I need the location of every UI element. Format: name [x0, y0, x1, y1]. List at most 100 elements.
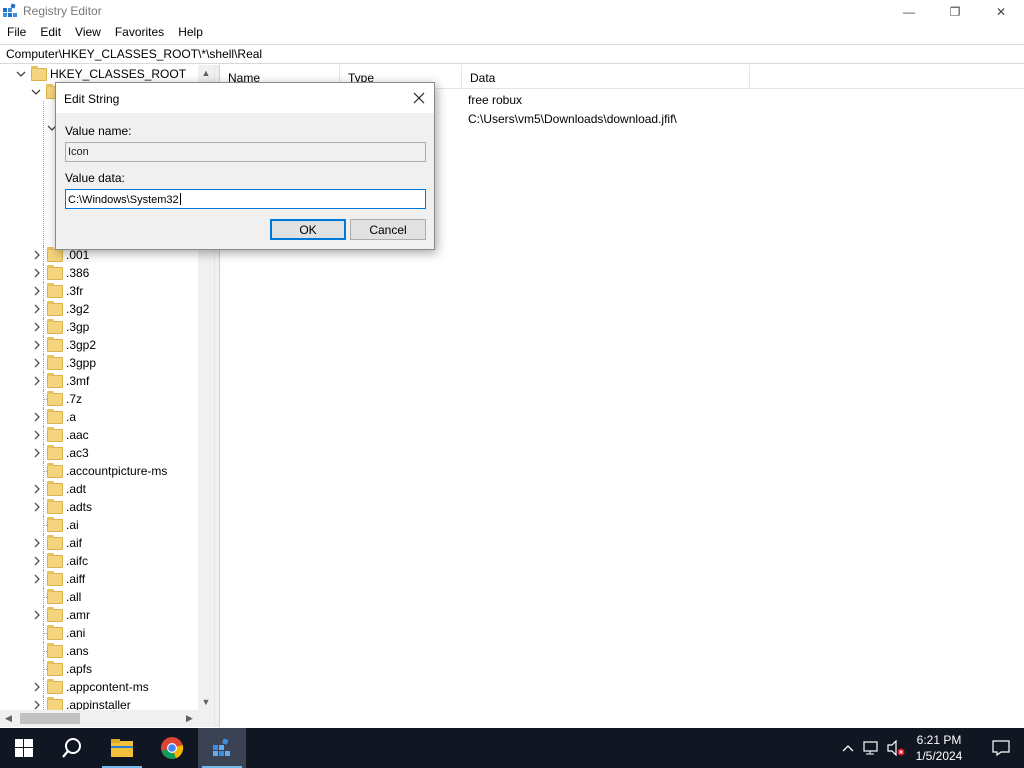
chevron-right-icon[interactable]	[32, 286, 42, 296]
menu-favorites[interactable]: Favorites	[108, 23, 171, 43]
chevron-right-icon[interactable]	[32, 304, 42, 314]
scrollbar-corner	[198, 710, 214, 727]
chevron-right-icon[interactable]	[32, 682, 42, 692]
menu-help[interactable]: Help	[171, 23, 210, 43]
chevron-right-icon[interactable]	[32, 268, 42, 278]
notification-center-icon[interactable]	[978, 728, 1024, 768]
start-icon[interactable]	[0, 728, 48, 768]
chevron-right-icon[interactable]	[32, 430, 42, 440]
tree-item[interactable]: .7z	[0, 390, 198, 408]
tree-item[interactable]: .ani	[0, 624, 198, 642]
tree-item[interactable]: .adt	[0, 480, 198, 498]
tree-horizontal-scrollbar[interactable]: ◀ ▶	[0, 710, 198, 727]
regedit-icon[interactable]	[198, 728, 246, 768]
column-header-data[interactable]: Data	[462, 65, 750, 89]
folder-icon	[47, 319, 63, 334]
tree-item[interactable]: .appinstaller	[0, 696, 198, 710]
folder-icon	[47, 589, 63, 604]
horizontal-scroll-thumb[interactable]	[20, 713, 80, 724]
tree-item[interactable]: .ans	[0, 642, 198, 660]
tree-guide-line	[43, 246, 44, 264]
tree-guide-line	[43, 534, 44, 552]
ok-button[interactable]: OK	[270, 219, 346, 240]
file-explorer-icon[interactable]	[98, 728, 146, 768]
chevron-down-icon[interactable]	[16, 69, 26, 79]
tree-item-label: .appcontent-ms	[66, 680, 149, 694]
tree-item-label: .ans	[66, 644, 89, 658]
chevron-right-icon[interactable]	[32, 322, 42, 332]
tree-item[interactable]: .a	[0, 408, 198, 426]
chevron-right-icon[interactable]	[32, 340, 42, 350]
edit-string-dialog: Edit String Value name: Icon Value data:…	[55, 82, 435, 250]
tree-item[interactable]: .aac	[0, 426, 198, 444]
chevron-right-icon[interactable]	[32, 538, 42, 548]
minimize-button[interactable]: —	[886, 0, 932, 23]
chevron-right-icon[interactable]	[32, 358, 42, 368]
tree-item[interactable]: .3gp2	[0, 336, 198, 354]
scroll-left-arrow-icon[interactable]: ◀	[0, 710, 17, 727]
chevron-right-icon[interactable]	[32, 700, 42, 710]
volume-muted-icon[interactable]	[886, 738, 906, 758]
chevron-down-icon[interactable]	[31, 87, 41, 97]
tree-item[interactable]: .amr	[0, 606, 198, 624]
tree-item[interactable]: .3g2	[0, 300, 198, 318]
taskbar-clock[interactable]: 6:21 PM 1/5/2024	[906, 732, 972, 764]
tree-root-row[interactable]: HKEY_CLASSES_ROOT	[0, 65, 198, 83]
tree-item[interactable]: .ai	[0, 516, 198, 534]
menu-edit[interactable]: Edit	[33, 23, 68, 43]
tree-item[interactable]: .aif	[0, 534, 198, 552]
folder-icon	[47, 499, 63, 514]
tree-item-label: .appinstaller	[66, 698, 131, 710]
folder-icon	[47, 265, 63, 280]
folder-icon	[47, 391, 63, 406]
tree-guide-line	[43, 318, 44, 336]
chevron-right-icon[interactable]	[32, 556, 42, 566]
tree-item[interactable]: .appcontent-ms	[0, 678, 198, 696]
tree-item[interactable]: .ac3	[0, 444, 198, 462]
folder-icon	[47, 697, 63, 710]
menu-view[interactable]: View	[68, 23, 108, 43]
chevron-right-icon[interactable]	[32, 610, 42, 620]
tree-item[interactable]: .386	[0, 264, 198, 282]
maximize-button[interactable]: ❐	[932, 0, 978, 23]
network-icon[interactable]	[862, 738, 882, 758]
dialog-close-icon[interactable]	[404, 83, 434, 113]
chevron-right-icon[interactable]	[32, 574, 42, 584]
value-data-input[interactable]: C:\Windows\System32	[65, 189, 426, 209]
folder-icon	[47, 373, 63, 388]
tree-item[interactable]: .aiff	[0, 570, 198, 588]
folder-icon	[47, 301, 63, 316]
chevron-right-icon[interactable]	[32, 412, 42, 422]
tree-item[interactable]: .aifc	[0, 552, 198, 570]
address-bar[interactable]: Computer\HKEY_CLASSES_ROOT\*\shell\Real	[0, 44, 1024, 64]
tree-guide-line	[43, 696, 44, 710]
tree-item[interactable]: .3gp	[0, 318, 198, 336]
tree-guide-line	[43, 264, 44, 282]
scroll-up-arrow-icon[interactable]: ▲	[198, 65, 214, 81]
scroll-right-arrow-icon[interactable]: ▶	[181, 710, 198, 727]
tree-guide-line	[43, 480, 44, 498]
tree-item-label: .accountpicture-ms	[66, 464, 168, 478]
chevron-right-icon[interactable]	[32, 484, 42, 494]
chevron-right-icon[interactable]	[32, 376, 42, 386]
tree-item[interactable]: .all	[0, 588, 198, 606]
tree-item[interactable]: .accountpicture-ms	[0, 462, 198, 480]
tree-item[interactable]: .apfs	[0, 660, 198, 678]
close-window-button[interactable]: ✕	[978, 0, 1024, 23]
tree-item[interactable]: .3mf	[0, 372, 198, 390]
folder-icon	[47, 535, 63, 550]
folder-icon	[47, 679, 63, 694]
menu-file[interactable]: File	[0, 23, 33, 43]
tree-item-label: .3gp	[66, 320, 90, 334]
cancel-button[interactable]: Cancel	[350, 219, 426, 240]
show-hidden-icons-icon[interactable]	[838, 738, 858, 758]
chevron-right-icon[interactable]	[32, 502, 42, 512]
scroll-down-arrow-icon[interactable]: ▼	[198, 694, 214, 710]
tree-item[interactable]: .3gpp	[0, 354, 198, 372]
chrome-icon[interactable]	[148, 728, 196, 768]
chevron-right-icon[interactable]	[32, 250, 42, 260]
tree-item[interactable]: .adts	[0, 498, 198, 516]
search-icon[interactable]	[48, 728, 96, 768]
tree-item[interactable]: .3fr	[0, 282, 198, 300]
chevron-right-icon[interactable]	[32, 448, 42, 458]
